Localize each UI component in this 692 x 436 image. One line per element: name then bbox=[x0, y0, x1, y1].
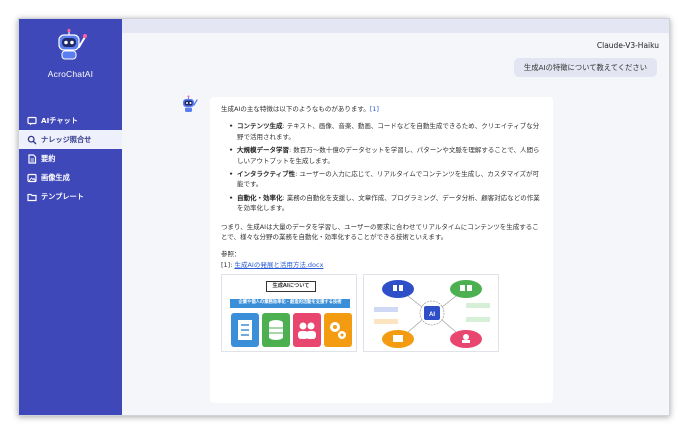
sidebar-item-label: 画像生成 bbox=[41, 172, 70, 182]
database-card-icon bbox=[262, 313, 290, 348]
search-icon bbox=[27, 135, 37, 145]
image-icon bbox=[27, 173, 37, 183]
people-card-icon bbox=[293, 313, 321, 348]
model-name: Claude-V3-Haiku bbox=[596, 41, 659, 50]
thumbnail-banner: 企業や個人の業務効率化・創造的活動を支援する技術 bbox=[230, 299, 350, 309]
sidebar-item-knowledge[interactable]: ナレッジ照合せ bbox=[19, 130, 122, 149]
gears-card-icon bbox=[324, 313, 352, 348]
answer-intro: 生成AIの主な特徴は以下のようなものがあります。[1] bbox=[221, 105, 379, 113]
chat-icon bbox=[27, 116, 37, 126]
assistant-answer: 生成AIの主な特徴は以下のようなものがあります。[1] コンテンツ生成: テキス… bbox=[210, 97, 553, 403]
answer-summary: つまり、生成AIは大量のデータを学習し、ユーザーの要求に合わせてリアルタイムにコ… bbox=[221, 222, 539, 241]
thumbnail-title: 生成AIについて bbox=[266, 281, 316, 293]
app-window: AcroChatAI AIチャット ナレッジ照合せ 要約 画像生成 テンプレート… bbox=[18, 18, 670, 416]
list-item: 自動化・効率化: 業務の自動化を支援し、文章作成、プログラミング、データ分析、顧… bbox=[229, 193, 542, 214]
references: 参照： [1]: 生成AIの発展と活用方法.docx bbox=[221, 249, 542, 270]
reference-entry: [1]: 生成AIの発展と活用方法.docx bbox=[221, 260, 324, 269]
checklist-card-icon bbox=[231, 313, 259, 348]
sidebar-item-label: 要約 bbox=[41, 153, 56, 163]
feature-list: コンテンツ生成: テキスト、画像、音楽、動画、コードなどを自動生成できるため、ク… bbox=[221, 121, 542, 213]
ai-ecosystem-diagram: AI bbox=[374, 280, 490, 349]
diagram-center-label: AI bbox=[429, 312, 435, 318]
list-item: 大規模データ学習: 数百万〜数十億のデータセットを学習し、パターンや文脈を理解す… bbox=[229, 145, 542, 166]
robot-logo-icon bbox=[57, 28, 87, 60]
logo-area: AcroChatAI bbox=[19, 19, 122, 107]
sidebar-item-label: AIチャット bbox=[41, 115, 78, 125]
user-message: 生成AIの特徴について教えてください bbox=[513, 58, 657, 77]
reference-link[interactable]: [1] bbox=[370, 105, 379, 113]
sidebar-item-label: テンプレート bbox=[41, 191, 84, 201]
thumbnail-diagram[interactable]: AI bbox=[363, 274, 499, 353]
thumbnail-overview[interactable]: 生成AIについて 企業や個人の業務効率化・創造的活動を支援する技術 bbox=[221, 274, 357, 353]
app-name: AcroChatAI bbox=[47, 69, 94, 79]
chat-area: Claude-V3-Haiku 生成AIの特徴について教えてください 生成AIの… bbox=[122, 19, 669, 415]
reference-document-link[interactable]: 生成AIの発展と活用方法.docx bbox=[234, 261, 323, 269]
sidebar-item-label: ナレッジ照合せ bbox=[41, 134, 92, 144]
references-label: 参照： bbox=[221, 250, 241, 259]
reference-thumbnails: 生成AIについて 企業や個人の業務効率化・創造的活動を支援する技術 AI bbox=[221, 274, 542, 353]
sidebar-nav: AIチャット ナレッジ照合せ 要約 画像生成 テンプレート bbox=[19, 111, 122, 206]
sidebar-item-image-gen[interactable]: 画像生成 bbox=[19, 168, 122, 187]
list-item: インタラクティブ性: ユーザーの入力に応じて、リアルタイムでコンテンツを生成し、… bbox=[229, 169, 542, 190]
sidebar-item-summary[interactable]: 要約 bbox=[19, 149, 122, 168]
folder-icon bbox=[27, 192, 37, 202]
sidebar-item-template[interactable]: テンプレート bbox=[19, 187, 122, 206]
bot-avatar-icon bbox=[183, 95, 198, 112]
sidebar-item-ai-chat[interactable]: AIチャット bbox=[19, 111, 122, 130]
document-icon bbox=[27, 153, 37, 164]
sidebar: AcroChatAI AIチャット ナレッジ照合せ 要約 画像生成 テンプレート bbox=[19, 19, 122, 415]
list-item: コンテンツ生成: テキスト、画像、音楽、動画、コードなどを自動生成できるため、ク… bbox=[229, 121, 542, 142]
top-bar bbox=[122, 19, 669, 33]
